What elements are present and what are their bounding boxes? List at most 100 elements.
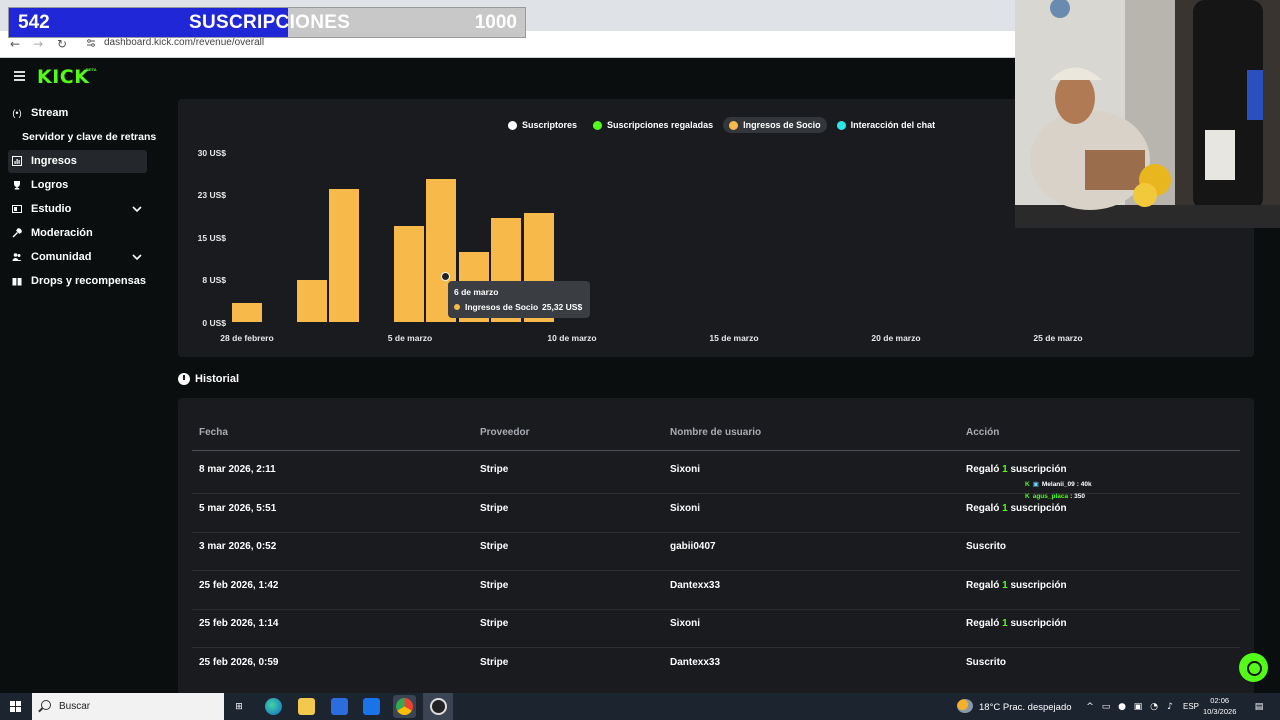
file-explorer-icon[interactable]	[298, 698, 315, 715]
chart-bar[interactable]	[329, 189, 360, 322]
menu-icon[interactable]	[14, 71, 25, 81]
webcam-overlay	[1015, 0, 1280, 228]
reload-icon[interactable]: ↻	[54, 36, 70, 52]
taskbar-search[interactable]: Buscar	[32, 693, 224, 720]
search-icon	[41, 700, 51, 710]
tooltip-date: 6 de marzo	[454, 287, 499, 297]
row-divider	[192, 608, 1240, 610]
cell-date: 25 feb 2026, 0:59	[199, 657, 279, 668]
chevron-up-icon[interactable]: ^	[1085, 702, 1095, 712]
tooltip-dot	[454, 304, 460, 310]
tooltip-value: 25,32 US$	[542, 302, 583, 312]
network-icon[interactable]: ◔	[1149, 702, 1159, 712]
language-indicator[interactable]: ESP	[1183, 702, 1199, 711]
kick-badge-icon: K	[1025, 492, 1030, 500]
battery-icon[interactable]: ▭	[1101, 702, 1111, 712]
cell-provider: Stripe	[480, 618, 509, 630]
support-chat-button[interactable]	[1239, 653, 1268, 682]
subscription-goal-overlay: 542 SUSCRIPCIONES 1000	[8, 7, 526, 38]
site-settings-icon[interactable]	[86, 38, 96, 48]
chat-overlay: K ▣ Melanii_09 : 40k K agus_placa : 350	[1025, 478, 1092, 502]
cell-action: Regaló 1 suscripción	[966, 464, 1067, 475]
cell-action-part: suscripción	[1007, 618, 1067, 630]
sidebar-item-community[interactable]: Comunidad	[8, 246, 147, 269]
legend-label: Interacción del chat	[850, 120, 936, 130]
cell-action-part: Suscrito	[966, 657, 1007, 668]
cell-username: gabii0407	[670, 541, 716, 553]
legend-dot	[508, 120, 517, 130]
sidebar-item-drops[interactable]: Drops y recompensas	[8, 270, 147, 293]
obs-taskbar-button[interactable]	[423, 693, 453, 720]
windows-taskbar: Buscar ⊞ 18°C Prac. despejado ^ ▭ ● ▣ ◔ …	[0, 693, 1280, 720]
cell-action-part: Regaló	[966, 502, 1003, 514]
cell-action-part: Regaló	[966, 579, 1003, 591]
row-divider	[192, 647, 1240, 649]
x-tick-label: 28 de febrero	[220, 333, 274, 343]
volume-icon[interactable]: ♪	[1165, 702, 1175, 712]
forward-icon[interactable]: →	[30, 36, 46, 52]
chart-tooltip: 6 de marzo Ingresos de Socio 25,32 US$	[448, 281, 590, 318]
obs-icon	[430, 698, 447, 715]
row-divider	[192, 531, 1240, 533]
chart-bar[interactable]	[296, 280, 327, 322]
trophy-icon	[14, 181, 20, 190]
chevron-down-icon[interactable]	[131, 251, 143, 263]
clock-time: 02:06	[1210, 696, 1230, 705]
chrome-taskbar-button[interactable]	[393, 695, 416, 718]
sidebar-item-studio[interactable]: Estudio	[8, 198, 147, 221]
chevron-down-icon[interactable]	[131, 203, 143, 215]
task-view-icon[interactable]: ⊞	[234, 702, 244, 712]
chart-bar[interactable]	[394, 225, 424, 322]
cell-date: 3 mar 2026, 0:52	[199, 541, 277, 553]
row-divider	[192, 570, 1240, 572]
column-header-date[interactable]: Fecha	[199, 427, 228, 438]
legend-item-subscribers[interactable]: Suscriptores	[502, 117, 583, 133]
cell-username: Sixoni	[670, 618, 701, 630]
column-header-username[interactable]: Nombre de usuario	[670, 427, 761, 438]
legend-dot	[836, 120, 846, 130]
chat-message: K agus_placa : 350	[1025, 490, 1092, 502]
sidebar-item-stream-key[interactable]: Servidor y clave de retransm	[22, 131, 157, 143]
cell-username: Sixoni	[670, 464, 701, 475]
tooltip-series: Ingresos de Socio	[465, 302, 539, 312]
screen: × + ← → ↻ dashboard.kick.com/revenue/ove…	[0, 0, 1280, 720]
x-tick-label: 5 de marzo	[387, 333, 433, 343]
weather-icon[interactable]	[957, 699, 973, 713]
sidebar-item-stream[interactable]: (•) Stream	[8, 102, 147, 125]
legend-item-gifted-subs[interactable]: Suscripciones regaladas	[587, 117, 719, 133]
url-text[interactable]: dashboard.kick.com/revenue/overall	[104, 37, 264, 48]
legend-item-chat-interaction[interactable]: Interacción del chat	[831, 117, 942, 133]
back-icon[interactable]: ←	[7, 36, 23, 52]
header-divider	[192, 450, 1240, 451]
chart-bar[interactable]	[232, 302, 262, 322]
weather-text[interactable]: 18°C Prac. despejado	[979, 702, 1072, 713]
display-icon[interactable]: ▣	[1133, 702, 1143, 712]
cell-action: Regaló 1 suscripción	[966, 503, 1067, 514]
edge-icon[interactable]	[265, 698, 282, 715]
sidebar-item-achievements[interactable]: Logros	[8, 174, 147, 197]
column-header-action[interactable]: Acción	[966, 427, 999, 438]
mail-icon[interactable]	[363, 698, 380, 715]
cell-username: Sixoni	[670, 502, 701, 514]
legend-label: Ingresos de Socio	[743, 120, 821, 130]
cell-date: 5 mar 2026, 5:51	[199, 502, 277, 514]
y-tick-label: 23 US$	[197, 190, 226, 200]
cell-action-part: Regaló	[966, 618, 1003, 630]
legend-item-partner-revenue[interactable]: Ingresos de Socio	[723, 117, 827, 133]
sidebar-item-revenue[interactable]: Ingresos	[8, 150, 147, 173]
cell-action-part: suscripción	[1007, 464, 1067, 475]
column-header-provider[interactable]: Proveedor	[480, 427, 529, 438]
microphone-icon[interactable]: ●	[1117, 702, 1127, 712]
notifications-icon[interactable]: ▤	[1254, 702, 1264, 712]
sidebar-item-label: Ingresos	[31, 155, 77, 167]
store-icon[interactable]	[331, 698, 348, 715]
chat-username: Melanii_09	[1041, 480, 1075, 488]
x-tick-label: 20 de marzo	[871, 333, 921, 343]
subscription-goal: 1000	[474, 12, 517, 33]
chart-legend: Suscriptores Suscripciones regaladas Ing…	[502, 116, 945, 134]
kick-logo[interactable]: KICK	[37, 66, 89, 88]
clock[interactable]: 02:06 10/3/2026	[1203, 695, 1236, 717]
sidebar-item-moderation[interactable]: Moderación	[8, 222, 147, 245]
start-icon[interactable]	[10, 701, 21, 712]
gift-icon	[12, 278, 22, 286]
